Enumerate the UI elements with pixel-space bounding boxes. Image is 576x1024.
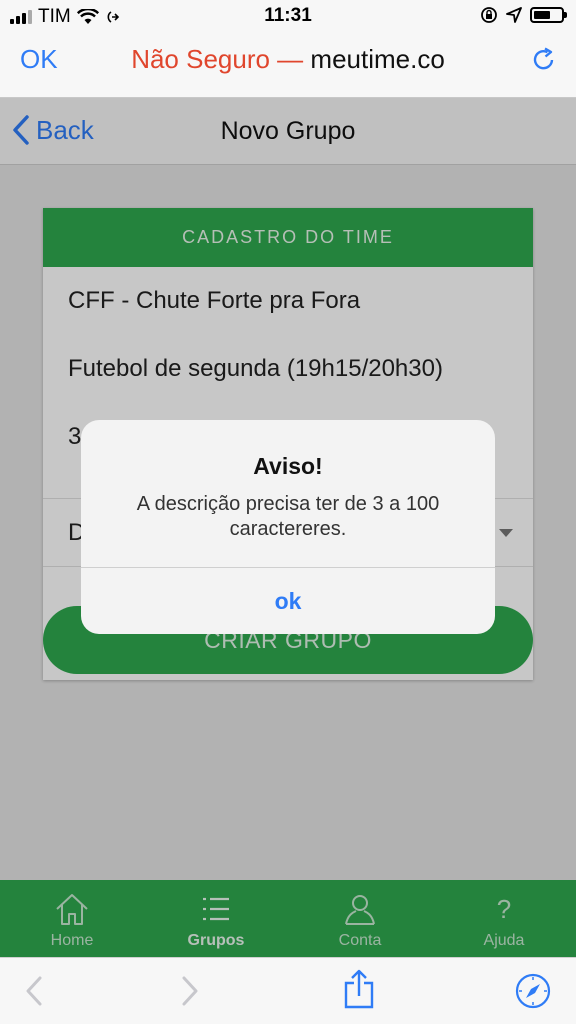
alert-title: Aviso! [253,453,323,479]
url-display[interactable]: Não Seguro — meutime.co [0,44,576,75]
compass-icon[interactable] [515,973,551,1009]
url-host: meutime.co [310,44,445,74]
forward-arrow-icon[interactable] [180,974,200,1008]
alert-dialog: Aviso! A descrição precisa ter de 3 a 10… [81,420,495,634]
status-right [480,6,567,24]
alert-ok-button[interactable]: ok [81,567,495,634]
browser-address-bar: OK Não Seguro — meutime.co [0,34,576,98]
rotation-lock-icon [481,7,497,23]
share-icon[interactable] [343,968,375,1010]
browser-toolbar [0,957,576,1024]
location-icon [506,7,522,23]
status-bar: TIM 11:31 [0,0,576,34]
insecure-label: Não Seguro — [131,44,304,74]
back-arrow-icon[interactable] [24,974,44,1008]
battery-level [534,11,550,19]
battery-icon [530,7,567,23]
alert-message: A descrição precisa ter de 3 a 100 carac… [136,493,440,540]
reload-icon[interactable] [530,46,558,74]
